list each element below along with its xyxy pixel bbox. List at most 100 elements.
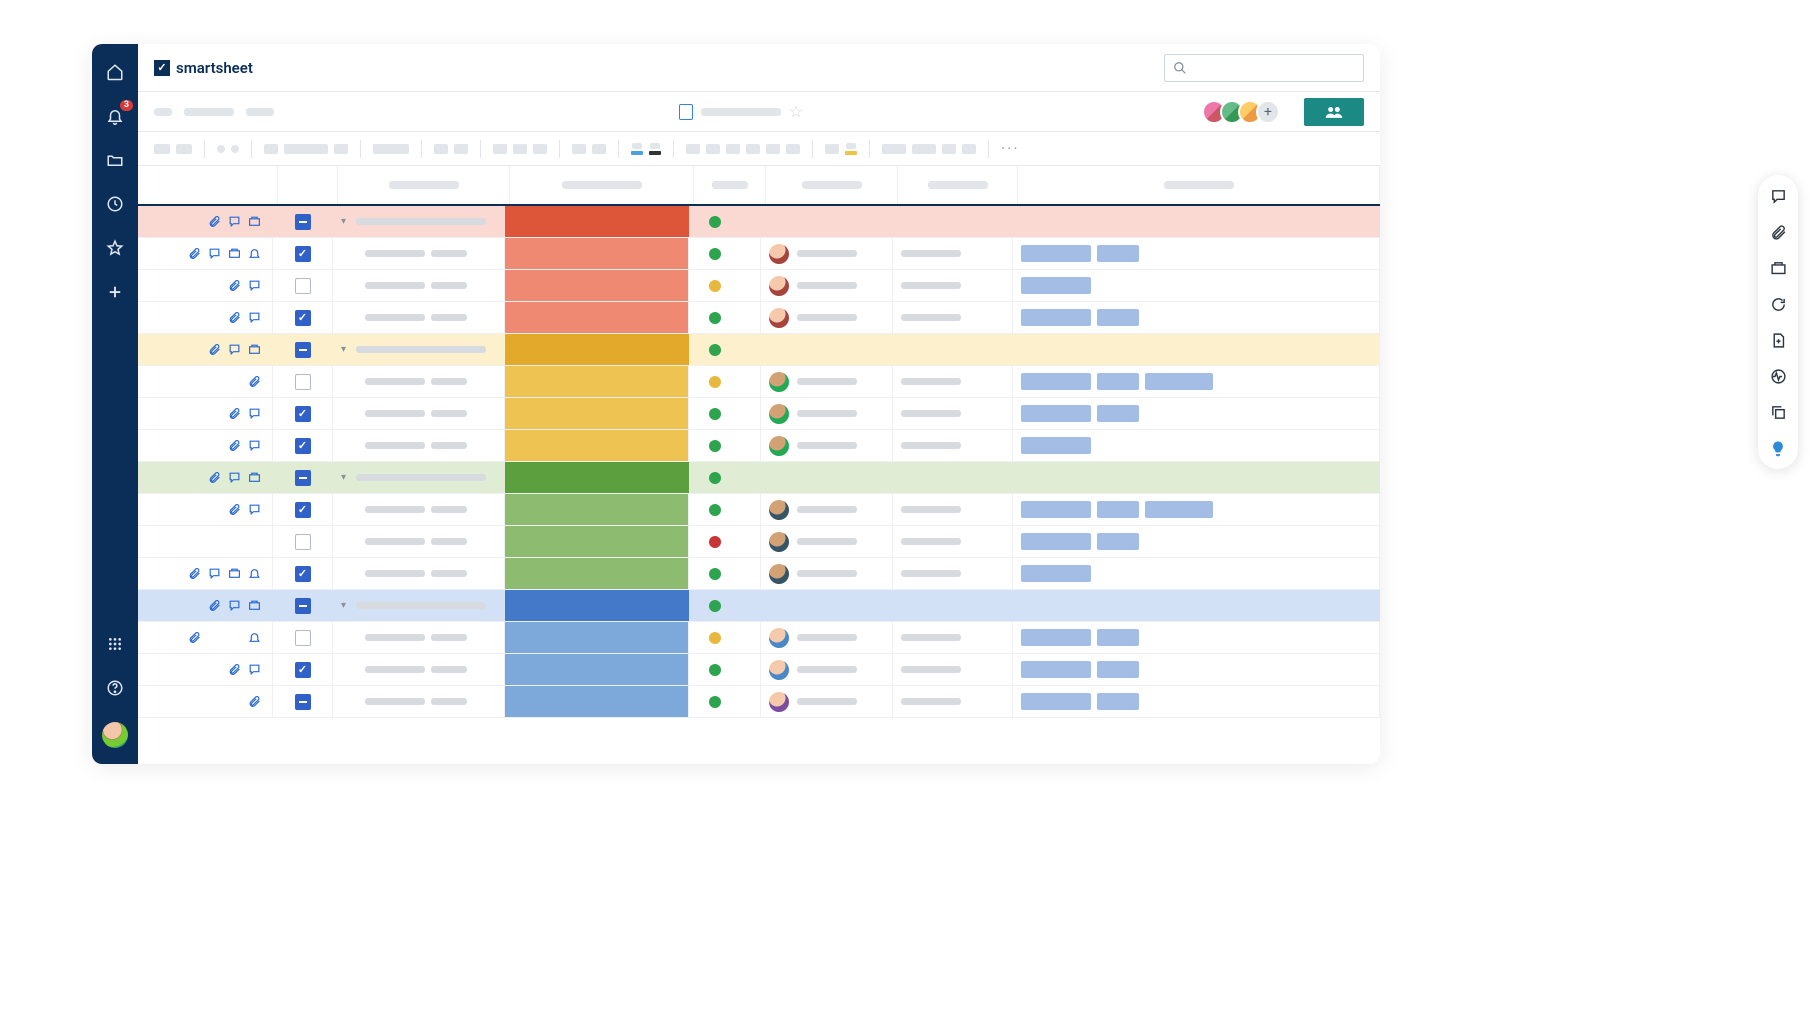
- tags-cell[interactable]: [1013, 494, 1380, 525]
- attach-icon[interactable]: [248, 695, 262, 708]
- table-row[interactable]: [138, 686, 1380, 718]
- done-checkbox[interactable]: [295, 438, 311, 454]
- date-cell[interactable]: [893, 398, 1013, 429]
- tag-chip[interactable]: [1021, 437, 1091, 454]
- date-cell[interactable]: [893, 462, 1013, 493]
- tag-chip[interactable]: [1097, 533, 1139, 550]
- comment-icon[interactable]: [208, 247, 222, 260]
- attach-icon[interactable]: [228, 311, 242, 324]
- date-cell[interactable]: [893, 654, 1013, 685]
- status-cell[interactable]: [505, 366, 689, 397]
- tag-chip[interactable]: [1021, 277, 1091, 294]
- tag-chip[interactable]: [1021, 501, 1091, 518]
- table-row[interactable]: [138, 366, 1380, 398]
- tag-chip[interactable]: [1021, 405, 1091, 422]
- assignee-cell[interactable]: [761, 238, 893, 269]
- task-cell[interactable]: ▾: [333, 590, 505, 621]
- tag-chip[interactable]: [1097, 629, 1139, 646]
- date-cell[interactable]: [893, 622, 1013, 653]
- cell-color-picker[interactable]: [631, 143, 661, 155]
- table-row[interactable]: [138, 558, 1380, 590]
- tag-chip[interactable]: [1021, 309, 1091, 326]
- assignee-cell[interactable]: [761, 526, 893, 557]
- table-row[interactable]: ▾: [138, 590, 1380, 622]
- task-cell[interactable]: [333, 654, 505, 685]
- date-cell[interactable]: [893, 334, 1013, 365]
- tag-chip[interactable]: [1145, 373, 1213, 390]
- table-row[interactable]: [138, 430, 1380, 462]
- assignee-cell[interactable]: [761, 206, 893, 237]
- collapse-caret-icon[interactable]: ▾: [341, 600, 346, 611]
- collaborator-avatars[interactable]: +: [1208, 100, 1280, 124]
- bell-icon[interactable]: [248, 567, 262, 580]
- table-row[interactable]: [138, 238, 1380, 270]
- proofs-icon[interactable]: [1769, 259, 1787, 277]
- done-checkbox[interactable]: [295, 598, 311, 614]
- comment-icon[interactable]: [228, 215, 242, 228]
- tag-chip[interactable]: [1097, 501, 1139, 518]
- date-cell[interactable]: [893, 526, 1013, 557]
- breadcrumb-item[interactable]: [154, 108, 172, 116]
- tags-cell[interactable]: [1013, 270, 1380, 301]
- done-checkbox[interactable]: [295, 534, 311, 550]
- assignee-cell[interactable]: [761, 654, 893, 685]
- tag-chip[interactable]: [1021, 629, 1091, 646]
- task-cell[interactable]: [333, 366, 505, 397]
- attach-icon[interactable]: [248, 375, 262, 388]
- assignee-cell[interactable]: [761, 558, 893, 589]
- done-checkbox[interactable]: [295, 214, 311, 230]
- tag-chip[interactable]: [1021, 373, 1091, 390]
- attach-icon[interactable]: [188, 631, 202, 644]
- status-cell[interactable]: [505, 398, 689, 429]
- collaborator-more[interactable]: +: [1256, 100, 1280, 124]
- copy-icon[interactable]: [1769, 403, 1787, 421]
- done-checkbox[interactable]: [295, 502, 311, 518]
- status-cell[interactable]: [505, 686, 689, 717]
- tag-chip[interactable]: [1097, 405, 1139, 422]
- date-cell[interactable]: [893, 430, 1013, 461]
- status-cell[interactable]: [505, 238, 689, 269]
- date-cell[interactable]: [893, 206, 1013, 237]
- attach-icon[interactable]: [188, 567, 202, 580]
- browse-icon[interactable]: [105, 150, 125, 170]
- done-checkbox[interactable]: [295, 694, 311, 710]
- date-cell[interactable]: [893, 686, 1013, 717]
- comment-icon[interactable]: [208, 567, 222, 580]
- add-icon[interactable]: [105, 282, 125, 302]
- status-cell[interactable]: [505, 430, 689, 461]
- tags-cell[interactable]: [1013, 206, 1380, 237]
- tags-cell[interactable]: [1013, 686, 1380, 717]
- tips-icon[interactable]: [1769, 439, 1787, 457]
- status-cell[interactable]: [505, 206, 689, 237]
- tags-cell[interactable]: [1013, 462, 1380, 493]
- task-cell[interactable]: [333, 270, 505, 301]
- tags-cell[interactable]: [1013, 366, 1380, 397]
- tags-cell[interactable]: [1013, 238, 1380, 269]
- sheet-title[interactable]: [701, 108, 781, 116]
- attach-icon[interactable]: [208, 215, 222, 228]
- comment-icon[interactable]: [248, 311, 262, 324]
- tags-cell[interactable]: [1013, 334, 1380, 365]
- tags-cell[interactable]: [1013, 590, 1380, 621]
- collapse-caret-icon[interactable]: ▾: [341, 216, 346, 227]
- attachments-icon[interactable]: [1769, 223, 1787, 241]
- breadcrumb-item[interactable]: [184, 108, 234, 116]
- tags-cell[interactable]: [1013, 622, 1380, 653]
- attach-icon[interactable]: [228, 439, 242, 452]
- table-row[interactable]: [138, 622, 1380, 654]
- assignee-cell[interactable]: [761, 302, 893, 333]
- assignee-cell[interactable]: [761, 462, 893, 493]
- task-cell[interactable]: [333, 302, 505, 333]
- share-button[interactable]: [1304, 98, 1364, 126]
- recents-icon[interactable]: [105, 194, 125, 214]
- tag-chip[interactable]: [1097, 373, 1139, 390]
- status-cell[interactable]: [505, 302, 689, 333]
- status-cell[interactable]: [505, 526, 689, 557]
- task-cell[interactable]: ▾: [333, 206, 505, 237]
- comment-icon[interactable]: [248, 279, 262, 292]
- assignee-cell[interactable]: [761, 494, 893, 525]
- comment-icon[interactable]: [228, 471, 242, 484]
- attach-icon[interactable]: [188, 247, 202, 260]
- tag-chip[interactable]: [1021, 693, 1091, 710]
- table-row[interactable]: [138, 526, 1380, 558]
